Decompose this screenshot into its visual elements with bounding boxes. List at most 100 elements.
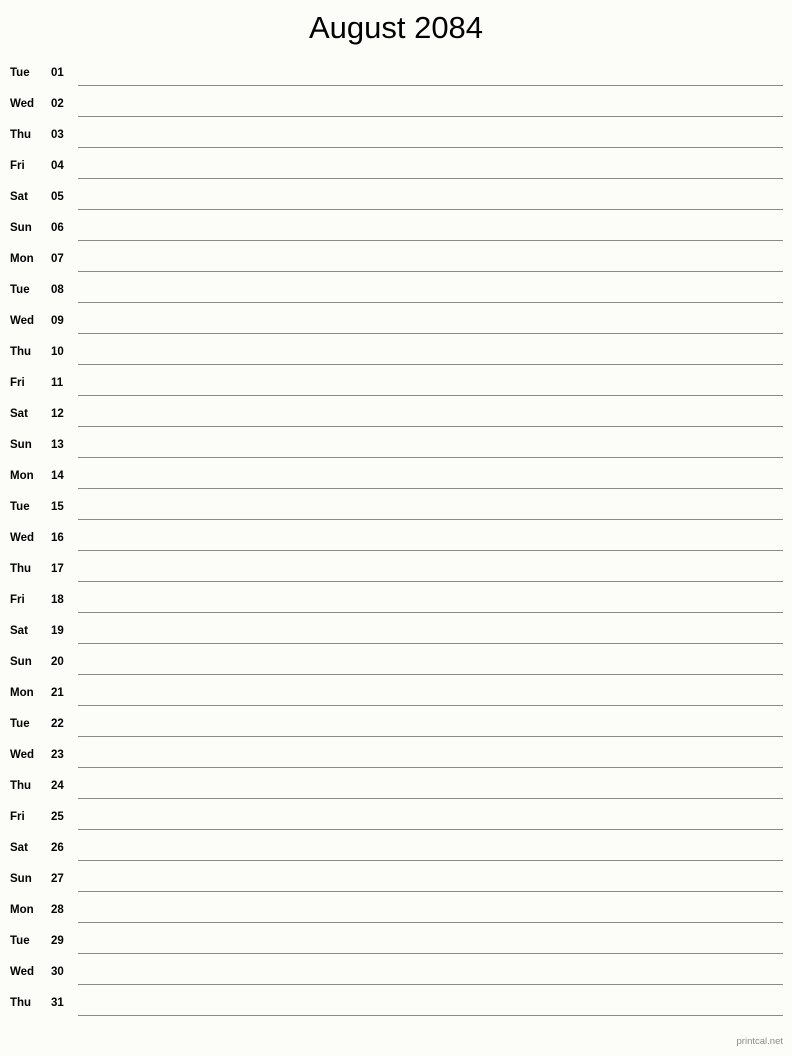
day-row[interactable]: Sun 20 bbox=[0, 649, 792, 680]
day-row[interactable]: Mon 28 bbox=[0, 897, 792, 928]
day-row[interactable]: Thu 17 bbox=[0, 556, 792, 587]
day-number-label: 24 bbox=[51, 780, 64, 792]
day-row[interactable]: Thu 03 bbox=[0, 122, 792, 153]
day-number-label: 01 bbox=[51, 67, 64, 79]
day-row[interactable]: Thu 10 bbox=[0, 339, 792, 370]
day-row[interactable]: Fri 25 bbox=[0, 804, 792, 835]
day-row[interactable]: Sat 26 bbox=[0, 835, 792, 866]
day-number-label: 07 bbox=[51, 253, 64, 265]
day-row[interactable]: Mon 14 bbox=[0, 463, 792, 494]
day-writing-line[interactable] bbox=[78, 767, 783, 768]
day-weekday-label: Tue bbox=[10, 718, 30, 730]
day-row[interactable]: Tue 08 bbox=[0, 277, 792, 308]
day-writing-line[interactable] bbox=[78, 953, 783, 954]
day-writing-line[interactable] bbox=[78, 364, 783, 365]
day-row[interactable]: Fri 11 bbox=[0, 370, 792, 401]
day-number-label: 19 bbox=[51, 625, 64, 637]
day-row[interactable]: Sun 27 bbox=[0, 866, 792, 897]
day-writing-line[interactable] bbox=[78, 488, 783, 489]
day-number-label: 11 bbox=[51, 377, 64, 389]
day-weekday-label: Thu bbox=[10, 346, 32, 358]
day-number-label: 21 bbox=[51, 687, 64, 699]
day-number-label: 25 bbox=[51, 811, 64, 823]
day-row[interactable]: Sat 12 bbox=[0, 401, 792, 432]
day-writing-line[interactable] bbox=[78, 395, 783, 396]
day-writing-line[interactable] bbox=[78, 829, 783, 830]
day-writing-line[interactable] bbox=[78, 736, 783, 737]
day-writing-line[interactable] bbox=[78, 922, 783, 923]
day-writing-line[interactable] bbox=[78, 240, 783, 241]
day-rows-list: Tue 01 Wed 02 Thu 03 Fri 04 Sat 05 Sun 06 Mon 07 Tue 08… bbox=[0, 60, 792, 1021]
day-row[interactable]: Fri 04 bbox=[0, 153, 792, 184]
day-weekday-label: Mon bbox=[10, 687, 34, 699]
day-row[interactable]: Thu 24 bbox=[0, 773, 792, 804]
day-writing-line[interactable] bbox=[78, 643, 783, 644]
day-writing-line[interactable] bbox=[78, 984, 783, 985]
day-writing-line[interactable] bbox=[78, 85, 783, 86]
day-row[interactable]: Sat 05 bbox=[0, 184, 792, 215]
day-writing-line[interactable] bbox=[78, 116, 783, 117]
day-row[interactable]: Sun 13 bbox=[0, 432, 792, 463]
day-row[interactable]: Tue 15 bbox=[0, 494, 792, 525]
day-weekday-label: Mon bbox=[10, 904, 34, 916]
day-row[interactable]: Fri 18 bbox=[0, 587, 792, 618]
day-writing-line[interactable] bbox=[78, 705, 783, 706]
day-writing-line[interactable] bbox=[78, 209, 783, 210]
day-row[interactable]: Tue 29 bbox=[0, 928, 792, 959]
day-row[interactable]: Wed 23 bbox=[0, 742, 792, 773]
footer-branding: printcal.net bbox=[736, 1036, 783, 1047]
day-writing-line[interactable] bbox=[78, 519, 783, 520]
day-weekday-label: Sun bbox=[10, 222, 32, 234]
day-weekday-label: Wed bbox=[10, 966, 35, 978]
day-row[interactable]: Wed 02 bbox=[0, 91, 792, 122]
day-writing-line[interactable] bbox=[78, 674, 783, 675]
day-row[interactable]: Wed 16 bbox=[0, 525, 792, 556]
day-weekday-label: Fri bbox=[10, 160, 25, 172]
day-number-label: 10 bbox=[51, 346, 64, 358]
day-writing-line[interactable] bbox=[78, 798, 783, 799]
day-writing-line[interactable] bbox=[78, 1015, 783, 1016]
day-weekday-label: Sun bbox=[10, 873, 32, 885]
day-number-label: 27 bbox=[51, 873, 64, 885]
day-writing-line[interactable] bbox=[78, 457, 783, 458]
day-weekday-label: Tue bbox=[10, 284, 30, 296]
day-row[interactable]: Sat 19 bbox=[0, 618, 792, 649]
day-number-label: 04 bbox=[51, 160, 64, 172]
day-weekday-label: Thu bbox=[10, 563, 32, 575]
day-writing-line[interactable] bbox=[78, 426, 783, 427]
day-writing-line[interactable] bbox=[78, 860, 783, 861]
day-weekday-label: Fri bbox=[10, 811, 25, 823]
day-number-label: 06 bbox=[51, 222, 64, 234]
day-number-label: 22 bbox=[51, 718, 64, 730]
day-weekday-label: Wed bbox=[10, 749, 35, 761]
day-number-label: 02 bbox=[51, 98, 64, 110]
day-weekday-label: Tue bbox=[10, 67, 30, 79]
day-weekday-label: Wed bbox=[10, 315, 35, 327]
day-row[interactable]: Tue 01 bbox=[0, 60, 792, 91]
day-weekday-label: Fri bbox=[10, 594, 25, 606]
day-weekday-label: Sun bbox=[10, 439, 32, 451]
day-writing-line[interactable] bbox=[78, 581, 783, 582]
day-number-label: 23 bbox=[51, 749, 64, 761]
day-writing-line[interactable] bbox=[78, 550, 783, 551]
day-writing-line[interactable] bbox=[78, 302, 783, 303]
day-number-label: 08 bbox=[51, 284, 64, 296]
day-weekday-label: Fri bbox=[10, 377, 25, 389]
day-row[interactable]: Thu 31 bbox=[0, 990, 792, 1021]
day-writing-line[interactable] bbox=[78, 891, 783, 892]
day-row[interactable]: Sun 06 bbox=[0, 215, 792, 246]
day-row[interactable]: Mon 21 bbox=[0, 680, 792, 711]
day-weekday-label: Sat bbox=[10, 191, 28, 203]
day-row[interactable]: Wed 09 bbox=[0, 308, 792, 339]
day-writing-line[interactable] bbox=[78, 271, 783, 272]
day-weekday-label: Wed bbox=[10, 532, 35, 544]
day-writing-line[interactable] bbox=[78, 612, 783, 613]
day-writing-line[interactable] bbox=[78, 147, 783, 148]
day-writing-line[interactable] bbox=[78, 178, 783, 179]
page-title: August 2084 bbox=[308, 10, 484, 45]
day-row[interactable]: Tue 22 bbox=[0, 711, 792, 742]
day-row[interactable]: Wed 30 bbox=[0, 959, 792, 990]
day-writing-line[interactable] bbox=[78, 333, 783, 334]
day-row[interactable]: Mon 07 bbox=[0, 246, 792, 277]
day-number-label: 12 bbox=[51, 408, 64, 420]
